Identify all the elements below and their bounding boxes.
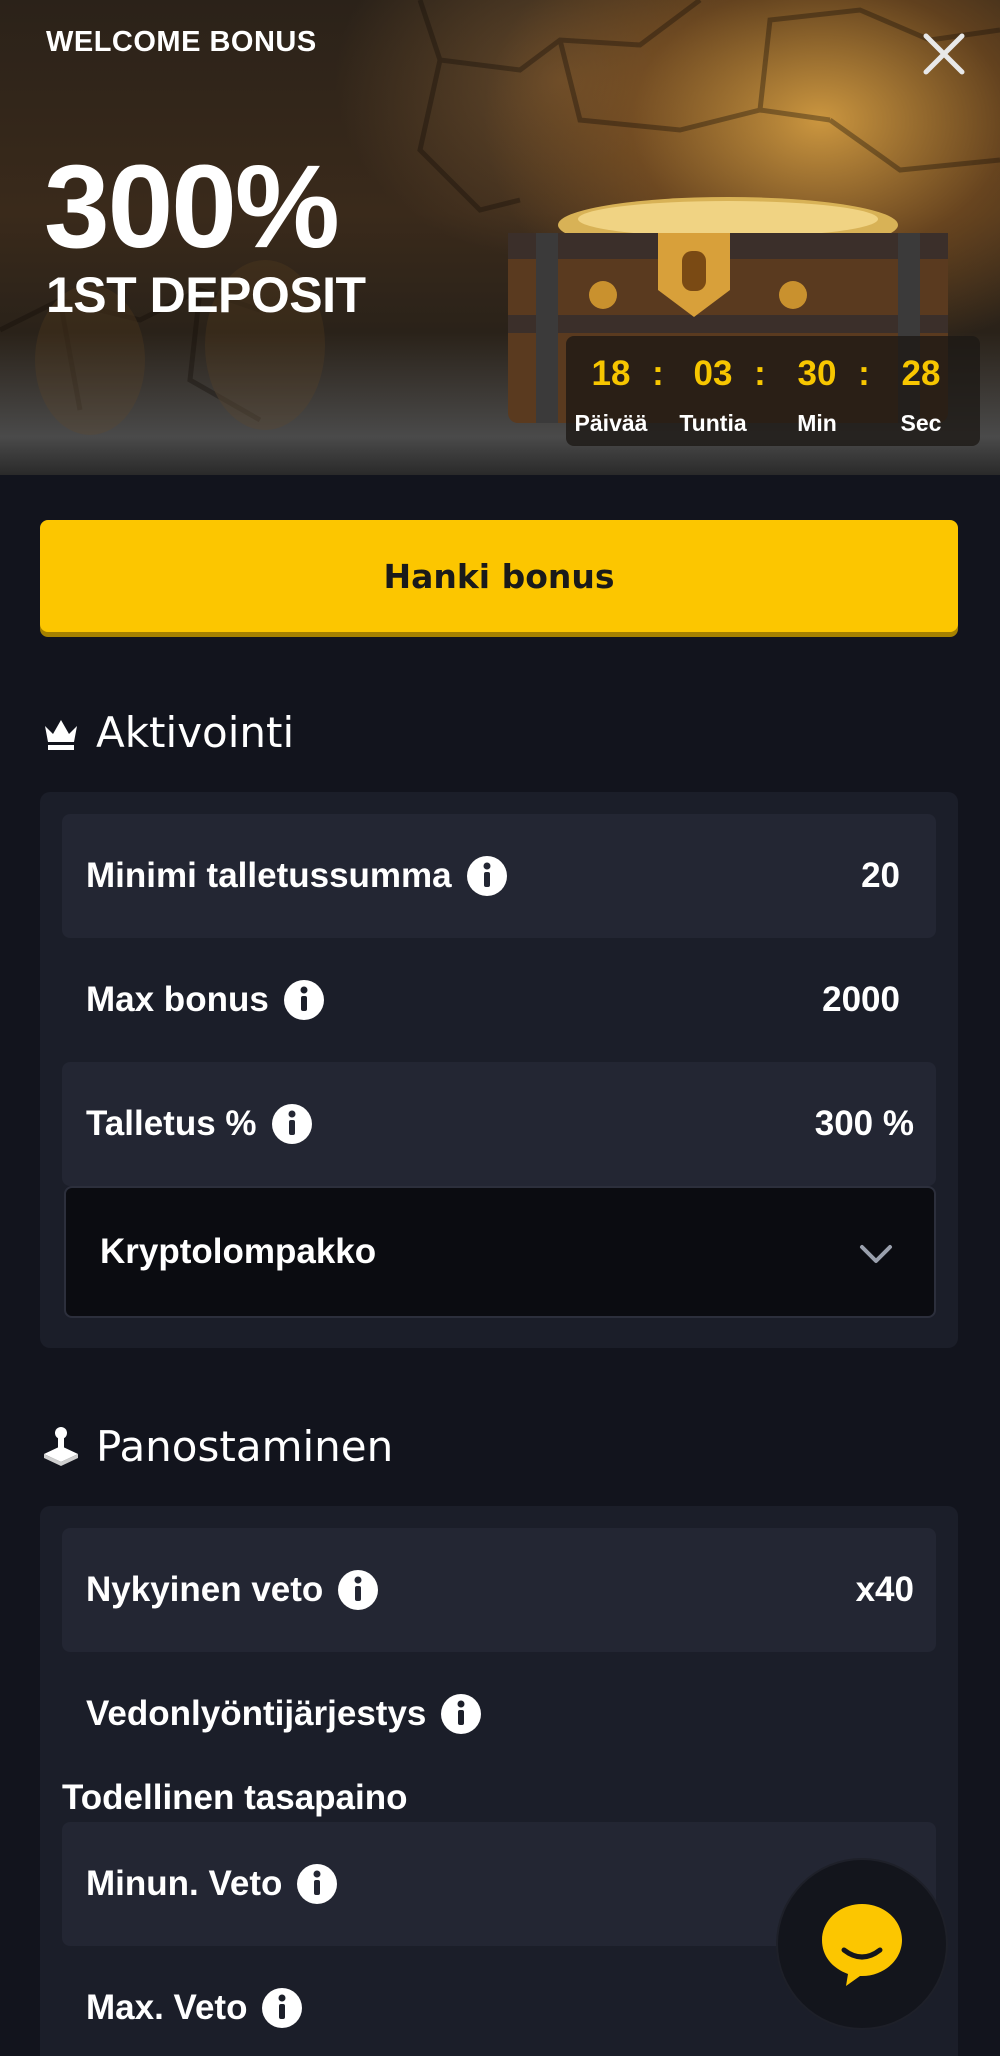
bonus-percentage: 300% <box>44 141 340 273</box>
current-wager-value: x40 <box>855 1570 914 1609</box>
close-icon <box>923 33 965 75</box>
timer-days: 18 <box>591 354 631 393</box>
timer-hours: 03 <box>693 354 733 393</box>
activation-section-header: Aktivointi <box>40 708 294 757</box>
close-button[interactable] <box>918 28 970 80</box>
max-bonus-value: 2000 <box>822 980 900 1019</box>
wager-icon <box>44 1426 78 1466</box>
timer-hours-label: Tuntia <box>679 410 747 436</box>
chat-support-button[interactable] <box>778 1860 946 2028</box>
wager-order-row: Vedonlyöntijärjestys <box>62 1652 936 1776</box>
deposit-percent-value: 300 % <box>814 1104 914 1143</box>
payment-method-select[interactable]: Kryptolompakko <box>64 1186 936 1318</box>
max-bonus-row: Max bonus 2000 <box>62 938 936 1062</box>
timer-minutes: 30 <box>797 354 837 393</box>
deposit-percent-label: Talletus % <box>86 1104 257 1143</box>
countdown-timer: 18 : 03 : 30 : 28 Päivää Tuntia Min Sec <box>566 336 980 446</box>
min-deposit-value: 20 <box>861 856 900 895</box>
info-icon[interactable] <box>337 1569 379 1611</box>
activation-title: Aktivointi <box>96 708 295 757</box>
max-bonus-label: Max bonus <box>86 980 269 1019</box>
wagering-section-header: Panostaminen <box>40 1422 393 1471</box>
max-bet-label: Max. Veto <box>86 1988 248 2027</box>
wagering-title: Panostaminen <box>96 1422 394 1471</box>
get-bonus-button[interactable]: Hanki bonus <box>40 520 958 632</box>
min-deposit-label: Minimi talletussumma <box>86 856 452 895</box>
info-icon[interactable] <box>283 979 325 1021</box>
timer-separator: : <box>652 354 664 393</box>
chevron-down-icon <box>860 1245 892 1263</box>
real-balance-heading: Todellinen tasapaino <box>62 1778 408 1817</box>
min-bet-label: Minun. Veto <box>86 1864 283 1903</box>
timer-separator: : <box>754 354 766 393</box>
crown-icon <box>45 719 77 750</box>
timer-seconds-label: Sec <box>900 410 942 436</box>
min-deposit-row: Minimi talletussumma 20 <box>62 814 936 938</box>
activation-panel: Minimi talletussumma 20 Max bonus 2000 T… <box>40 792 958 1348</box>
deposit-percent-row: Talletus % 300 % <box>62 1062 936 1186</box>
info-icon[interactable] <box>296 1863 338 1905</box>
info-icon[interactable] <box>261 1987 303 2029</box>
bonus-hero-banner: WELCOME BONUS 300% 1ST DEPOSIT 18 : 03 :… <box>0 0 1000 475</box>
timer-separator: : <box>858 354 870 393</box>
timer-seconds: 28 <box>901 354 941 393</box>
info-icon[interactable] <box>440 1693 482 1735</box>
info-icon[interactable] <box>466 855 508 897</box>
wager-order-label: Vedonlyöntijärjestys <box>86 1694 427 1733</box>
payment-method-value: Kryptolompakko <box>100 1232 377 1271</box>
bonus-subtitle: 1ST DEPOSIT <box>46 267 366 323</box>
info-icon[interactable] <box>271 1103 313 1145</box>
current-wager-row: Nykyinen veto x40 <box>62 1528 936 1652</box>
chat-icon <box>822 1904 902 1986</box>
current-wager-label: Nykyinen veto <box>86 1570 324 1609</box>
timer-days-label: Päivää <box>574 410 648 436</box>
timer-minutes-label: Min <box>797 410 837 436</box>
welcome-bonus-label: WELCOME BONUS <box>46 26 317 58</box>
